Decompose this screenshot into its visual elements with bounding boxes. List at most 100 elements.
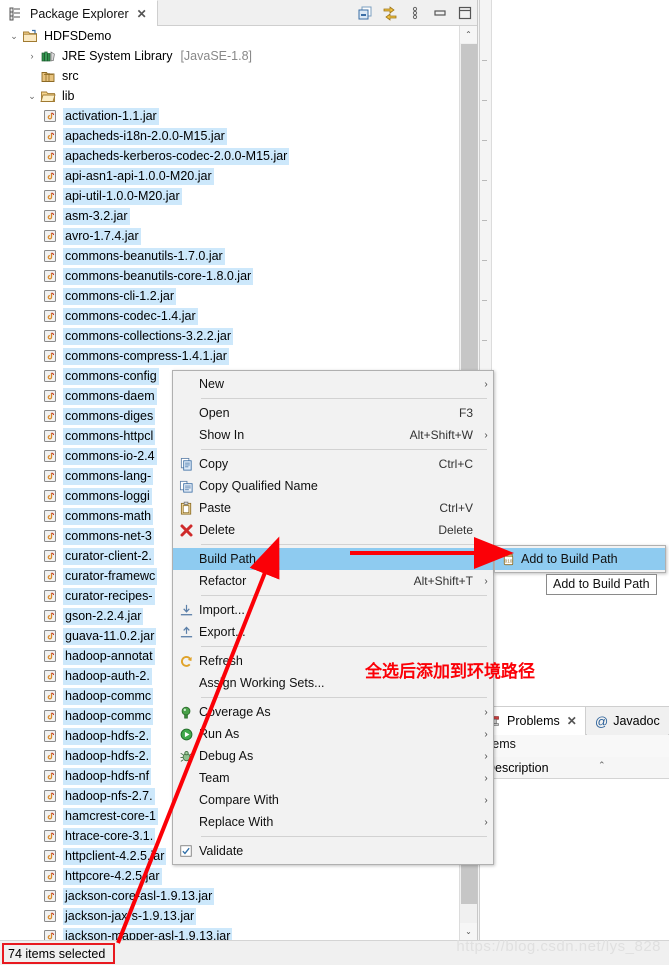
tree-item-jar[interactable]: apacheds-i18n-2.0.0-M15.jar [0, 126, 459, 146]
tree-item-jar[interactable]: jackson-jaxrs-1.9.13.jar [0, 906, 459, 926]
menu-item-add-to-build-path[interactable]: 010 Add to Build Path [495, 548, 665, 570]
chevron-down-icon[interactable]: ⌄ [24, 88, 40, 104]
menu-item-shortcut: Alt+Shift+T [413, 574, 473, 588]
tree-label-jar: activation-1.1.jar [63, 107, 159, 125]
jar-file-icon [44, 270, 56, 282]
collapse-all-icon[interactable] [357, 5, 373, 21]
menu-item-label: Open [199, 406, 230, 420]
close-icon[interactable]: ✕ [567, 715, 577, 727]
sort-ascending-icon[interactable]: ⌃ [598, 760, 606, 771]
no-twisty [24, 68, 40, 84]
menu-item-label: Add to Build Path [521, 552, 618, 566]
menu-item-delete[interactable]: Delete Delete [173, 519, 493, 541]
menu-item-label: Export... [199, 625, 246, 639]
jar-file-icon [44, 190, 56, 202]
menu-item-replace-with[interactable]: Replace With › [173, 811, 493, 833]
tree-label-jar: jackson-core-asl-1.9.13.jar [63, 887, 215, 905]
java-project-icon [23, 29, 37, 42]
tree-label-jar: commons-config [63, 367, 159, 385]
menu-item-open[interactable]: Open F3 [173, 402, 493, 424]
chevron-down-icon[interactable]: ⌄ [6, 28, 22, 44]
tree-item-jar[interactable]: commons-cli-1.2.jar [0, 286, 459, 306]
maximize-icon[interactable] [457, 5, 473, 21]
tree-label-jar: hadoop-commc [63, 687, 154, 705]
context-menu[interactable]: New › Open F3 Show In Alt+Shift+W › Copy Ctrl+C C… [172, 370, 494, 865]
jar-file-icon [44, 110, 56, 122]
tree-label-project: HDFSDemo [44, 28, 112, 43]
tree-item-jar[interactable]: api-asn1-api-1.0.0-M20.jar [0, 166, 459, 186]
menu-item-refactor[interactable]: Refactor Alt+Shift+T › [173, 570, 493, 592]
problems-column-header[interactable]: Description ⌃ [480, 757, 669, 779]
view-toolbar [357, 0, 473, 26]
menu-item-compare-with[interactable]: Compare With › [173, 789, 493, 811]
build-path-submenu[interactable]: 010 Add to Build Path [494, 545, 666, 573]
menu-item-copy[interactable]: Copy Ctrl+C [173, 453, 493, 475]
tree-item-jar[interactable]: avro-1.7.4.jar [0, 226, 459, 246]
jar-file-icon [44, 250, 56, 262]
menu-item-show-in[interactable]: Show In Alt+Shift+W › [173, 424, 493, 446]
tree-label-jre: JRE System Library [62, 48, 173, 63]
menu-item-label: Copy [199, 457, 229, 471]
tree-label-jar: commons-math [63, 507, 154, 525]
tree-item-jar[interactable]: commons-beanutils-1.7.0.jar [0, 246, 459, 266]
tree-item-src[interactable]: src [0, 66, 459, 86]
jar-file-icon [44, 390, 56, 402]
jar-file-icon [44, 930, 56, 940]
menu-item-new[interactable]: New › [173, 373, 493, 395]
package-explorer-icon [9, 7, 20, 20]
tree-item-project[interactable]: ⌄ HDFSDemo [0, 26, 459, 46]
tree-item-jar[interactable]: commons-codec-1.4.jar [0, 306, 459, 326]
scroll-up-arrow-icon[interactable]: ⌃ [460, 26, 477, 43]
menu-separator [201, 595, 487, 596]
menu-item-export[interactable]: Export... [173, 621, 493, 643]
menu-separator [201, 836, 487, 837]
status-selection-text: 74 items selected [8, 946, 106, 961]
folder-icon [40, 91, 56, 102]
chevron-right-icon[interactable]: › [24, 48, 40, 64]
menu-item-label: Refactor [199, 574, 247, 588]
jar-file-icon [44, 730, 56, 742]
tree-item-jre[interactable]: › JRE System Library [JavaSE-1.8] [0, 46, 459, 66]
tree-item-jar[interactable]: commons-compress-1.4.1.jar [0, 346, 459, 366]
menu-item-paste[interactable]: Paste Ctrl+V [173, 497, 493, 519]
tab-javadoc[interactable]: @ Javadoc [587, 707, 668, 735]
submenu-arrow-icon: › [484, 706, 488, 718]
tooltip-text: Add to Build Path [553, 577, 650, 591]
jar-file-icon [44, 410, 56, 422]
link-with-editor-icon[interactable] [382, 5, 398, 21]
close-icon[interactable]: ✕ [137, 8, 147, 20]
menu-item-validate[interactable]: Validate [173, 840, 493, 862]
tree-item-jar[interactable]: commons-collections-3.2.2.jar [0, 326, 459, 346]
tree-label-jre-suffix: [JavaSE-1.8] [180, 48, 253, 63]
problems-list[interactable] [480, 779, 669, 941]
jar-file-icon [44, 790, 56, 802]
menu-item-build-path[interactable]: Build Path › [173, 548, 493, 570]
menu-item-import[interactable]: Import... [173, 599, 493, 621]
menu-item-no-icon [173, 570, 199, 592]
menu-item-label: Replace With [199, 815, 274, 829]
minimize-icon[interactable] [432, 5, 448, 21]
tree-item-jar[interactable]: httpcore-4.2.5.jar [0, 866, 459, 886]
tree-item-jar[interactable]: activation-1.1.jar [0, 106, 459, 126]
jar-file-icon [44, 750, 56, 762]
tree-item-jar[interactable]: asm-3.2.jar [0, 206, 459, 226]
tree-item-jar[interactable]: jackson-mapper-asl-1.9.13.jar [0, 926, 459, 940]
tree-item-lib[interactable]: ⌄ lib [0, 86, 459, 106]
menu-item-copy-qualified-name[interactable]: Copy Qualified Name [173, 475, 493, 497]
tree-label-jar: guava-11.0.2.jar [63, 627, 157, 645]
menu-item-run-as[interactable]: Run As › [173, 723, 493, 745]
tab-package-explorer[interactable]: Package Explorer ✕ [0, 0, 158, 26]
jar-file-icon [44, 510, 56, 522]
tree-item-jar[interactable]: apacheds-kerberos-codec-2.0.0-M15.jar [0, 146, 459, 166]
submenu-arrow-icon: › [484, 575, 488, 587]
view-menu-icon[interactable] [407, 5, 423, 21]
tree-item-jar[interactable]: commons-beanutils-core-1.8.0.jar [0, 266, 459, 286]
tab-problems[interactable]: Problems ✕ [480, 707, 586, 735]
menu-item-team[interactable]: Team › [173, 767, 493, 789]
jar-file-icon [44, 850, 56, 862]
menu-item-coverage-as[interactable]: Coverage As › [173, 701, 493, 723]
menu-item-debug-as[interactable]: Debug As › [173, 745, 493, 767]
tree-item-jar[interactable]: jackson-core-asl-1.9.13.jar [0, 886, 459, 906]
menu-item-no-icon [173, 548, 199, 570]
tree-item-jar[interactable]: api-util-1.0.0-M20.jar [0, 186, 459, 206]
